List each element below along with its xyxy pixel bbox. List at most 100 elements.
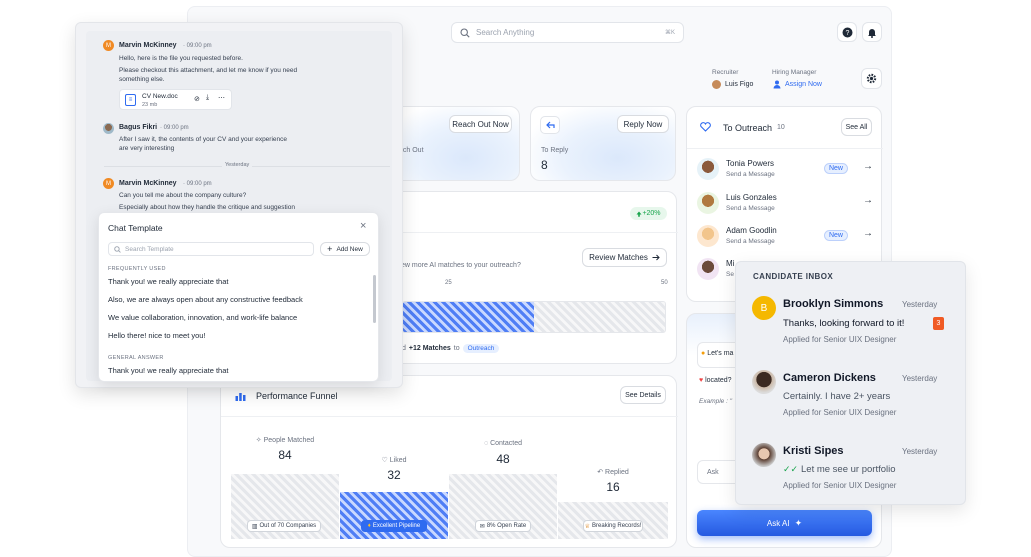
funnel-icon-box — [231, 387, 249, 404]
reply-icon-box — [540, 116, 560, 134]
unread-badge: 3 — [933, 317, 944, 330]
new-badge: New — [824, 230, 848, 241]
template-item[interactable]: We value collaboration, innovation, and … — [108, 313, 297, 322]
inbox-applied: Applied for Senior UIX Designer — [783, 408, 897, 417]
outreach-row-1[interactable]: Tonia Powers Send a Message New → — [697, 154, 877, 186]
inbox-item-3[interactable]: Kristi Sipes Yesterday ✓✓ Let me see ur … — [752, 441, 952, 496]
stage-1-chip-text: Out of 70 Companies — [259, 523, 317, 529]
download-icon[interactable]: ⤓ — [206, 94, 209, 102]
template-item[interactable]: Hello there! nice to meet you! — [108, 331, 206, 340]
inbox-day: Yesterday — [902, 447, 938, 456]
inbox-item-2[interactable]: Cameron Dickens Yesterday Certainly. I h… — [752, 368, 952, 423]
to-reply-card: Reply Now To Reply 8 — [530, 106, 676, 181]
outreach-sub: Send a Message — [726, 238, 775, 245]
settings-button[interactable] — [861, 68, 882, 89]
day-divider-label: Yesterday — [222, 162, 253, 168]
close-icon[interactable]: × — [360, 220, 366, 232]
template-item[interactable]: Thank you! we really appreciate that — [108, 277, 228, 286]
assign-now-link[interactable]: Assign Now — [785, 81, 822, 88]
reply-now-button[interactable]: Reply Now — [617, 115, 669, 133]
recruiter-avatar — [712, 80, 721, 89]
see-details-button[interactable]: See Details — [620, 386, 666, 404]
outreach-row-2[interactable]: Luis Gonzales Send a Message → — [697, 188, 877, 220]
funnel-stage-3: ◌ Contacted 48 ✉ 8% Open Rate — [449, 424, 557, 539]
user-add-icon — [773, 80, 781, 89]
more-icon[interactable]: ⋯ — [218, 94, 225, 102]
arrow-right-icon[interactable]: → — [863, 161, 873, 172]
notification-button[interactable] — [862, 22, 882, 42]
template-search-placeholder: Search Template — [125, 245, 174, 253]
reach-out-now-button[interactable]: Reach Out Now — [449, 115, 512, 133]
growth-badge: +20% — [630, 207, 667, 220]
sender-avatar — [103, 123, 114, 134]
template-scrollbar[interactable] — [373, 275, 376, 323]
outreach-sub: Se — [726, 271, 734, 278]
avatar: B — [752, 296, 776, 320]
general-answer-label: GENERAL ANSWER — [108, 355, 164, 361]
outreach-tag[interactable]: Outreach — [462, 344, 500, 353]
stage-4-value: 16 — [606, 480, 620, 494]
document-icon: ≡ — [125, 94, 136, 106]
reply-icon — [545, 121, 555, 129]
inbox-message: Thanks, looking forward to it! — [783, 318, 905, 329]
template-item[interactable]: Also, we are always open about any const… — [108, 295, 303, 304]
trophy-icon: ♕ — [584, 523, 591, 530]
funnel-stage-4: ↶ Replied 16 ♕ Breaking Records! — [558, 424, 668, 539]
message-line: something else. — [119, 76, 165, 83]
to-reply-value: 8 — [541, 158, 548, 172]
svg-text:?: ? — [845, 30, 849, 37]
search-bar[interactable]: Search Anything ⌘K — [451, 22, 684, 43]
new-badge: New — [824, 163, 848, 174]
matches-footer-to: to — [453, 345, 460, 352]
heart-icon-box — [697, 119, 713, 135]
avatar — [697, 225, 719, 247]
matches-prompt: ew more AI matches to your outreach? — [401, 262, 521, 269]
inbox-item-1[interactable]: B Brooklyn Simmons Yesterday Thanks, loo… — [752, 294, 952, 349]
stage-2-value: 32 — [387, 468, 401, 482]
inbox-day: Yesterday — [902, 300, 938, 309]
gear-icon — [866, 73, 877, 84]
growth-value: +20% — [642, 210, 661, 217]
review-matches-label: Review Matches — [589, 253, 648, 262]
recruiter-name: Luis Figo — [725, 81, 754, 88]
outreach-sub: Send a Message — [726, 171, 775, 178]
ask-ai-button[interactable]: Ask AI ✦ — [697, 510, 872, 536]
reply-arrow-icon: ↶ — [597, 469, 606, 476]
stage-1-label: ✧ People Matched — [231, 436, 339, 444]
arrow-right-icon[interactable]: → — [863, 228, 873, 239]
attachment-name: CV New.doc — [142, 93, 178, 100]
stage-3-label: ◌ Contacted — [449, 440, 557, 447]
stage-4-chip-text: Breaking Records! — [592, 523, 642, 529]
add-new-button[interactable]: + Add New — [320, 242, 370, 256]
matches-divider — [386, 232, 678, 233]
inbox-day: Yesterday — [902, 374, 938, 383]
help-button[interactable]: ? — [837, 22, 857, 42]
link-icon[interactable]: ⊘ — [194, 95, 200, 103]
avatar — [697, 192, 719, 214]
template-item[interactable]: Thank you! we really appreciate that — [108, 366, 228, 375]
outreach-name: Adam Goodlin — [726, 226, 777, 235]
scale-tick-25: 25 — [445, 280, 452, 286]
stage-1-value: 84 — [278, 448, 292, 462]
frequently-used-label: FREQUENTLY USED — [108, 266, 166, 272]
stage-4-label-text: Replied — [605, 469, 629, 476]
matches-progress-fill — [403, 302, 534, 332]
stage-2-label: ♡ Liked — [340, 456, 448, 464]
stage-3-value: 48 — [496, 452, 510, 466]
attachment-card[interactable]: ≡ CV New.doc 23 mb ⊘ ⤓ ⋯ — [119, 89, 232, 110]
hiring-manager-label: Hiring Manager — [772, 69, 817, 76]
example-text: Example : " — [699, 398, 733, 405]
template-search[interactable]: Search Template — [108, 242, 314, 256]
stage-2-chip: ♦ Excellent Pipeline — [361, 520, 427, 532]
review-matches-button[interactable]: Review Matches — [582, 248, 667, 267]
pin-icon: ♥ — [699, 377, 704, 384]
heart-icon — [699, 122, 711, 132]
see-all-button[interactable]: See All — [841, 118, 872, 136]
inbox-name: Kristi Sipes — [783, 445, 844, 457]
bell-icon — [868, 28, 876, 38]
stage-4-label: ↶ Replied — [558, 468, 668, 476]
arrow-right-icon[interactable]: → — [863, 195, 873, 206]
avatar — [752, 443, 776, 467]
outreach-sub: Send a Message — [726, 205, 775, 212]
outreach-row-3[interactable]: Adam Goodlin Send a Message New → — [697, 221, 877, 253]
